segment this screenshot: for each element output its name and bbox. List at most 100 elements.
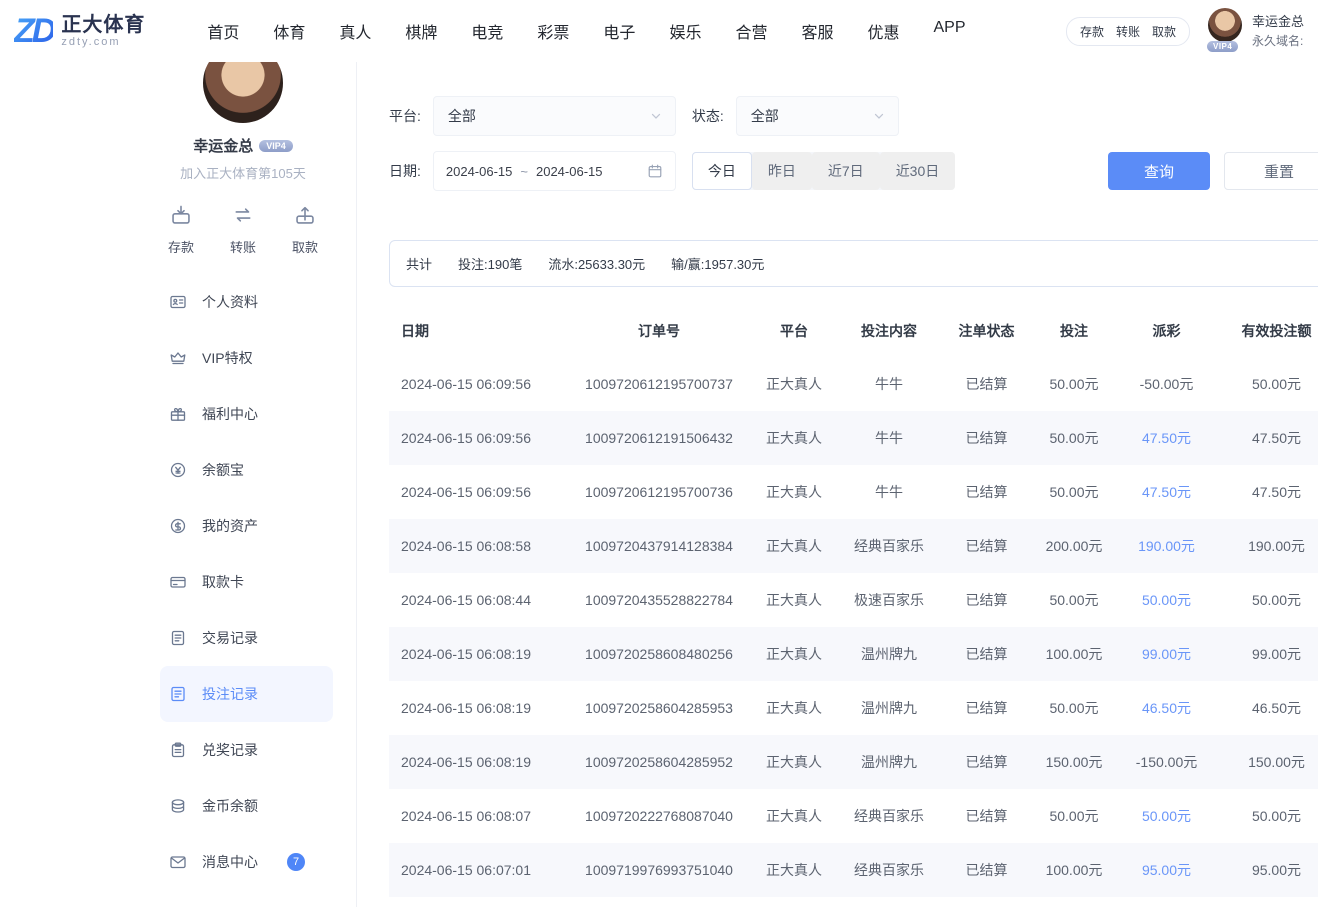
status-select-value: 全部	[751, 106, 872, 126]
cell-order-number: 1009720222768087040	[569, 808, 749, 824]
cell-payout: 190.00元	[1114, 536, 1219, 556]
nav-item-10[interactable]: 优惠	[867, 19, 899, 43]
nav-item-6[interactable]: 电子	[603, 19, 635, 43]
bet-records-panel: 平台: 全部 状态: 全部 日期: 2024-06-15 ~ 2024-06-1…	[357, 62, 1318, 907]
cell-valid-bet: 95.00元	[1219, 860, 1318, 880]
sidebar-item-bet-records[interactable]: 投注记录	[160, 666, 333, 722]
range-button-2[interactable]: 近7日	[812, 152, 880, 190]
profile-name: 幸运金总	[193, 135, 253, 156]
cell-bet-amount: 50.00元	[1034, 374, 1114, 394]
sidebar-item-feedback[interactable]: 意见反馈	[160, 890, 333, 907]
sidebar-item-label: 兑奖记录	[202, 740, 258, 760]
range-button-0[interactable]: 今日	[692, 152, 752, 190]
assets-icon	[169, 517, 187, 535]
cell-payout: 50.00元	[1114, 806, 1219, 826]
nav-item-9[interactable]: 客服	[801, 19, 833, 43]
header-user-area: 存款转账取款 VIP4 幸运金总 永久域名:	[1066, 8, 1304, 54]
cell-bet-content: 极速百家乐	[839, 590, 939, 610]
table-row: 2024-06-15 06:08:191009720258604285953正大…	[389, 681, 1318, 735]
query-button[interactable]: 查询	[1108, 152, 1210, 190]
sidebar-item-redeem-records[interactable]: 兑奖记录	[160, 722, 333, 778]
nav-item-11[interactable]: APP	[934, 19, 966, 43]
nav-item-5[interactable]: 彩票	[537, 19, 569, 43]
nav-item-7[interactable]: 娱乐	[669, 19, 701, 43]
date-separator: ~	[520, 164, 528, 179]
platform-select[interactable]: 全部	[433, 96, 676, 136]
cell-valid-bet: 190.00元	[1219, 536, 1318, 556]
wallet-link-1[interactable]: 转账	[1116, 23, 1140, 40]
wallet-link-2[interactable]: 取款	[1152, 23, 1176, 40]
cell-date: 2024-06-15 06:08:19	[389, 646, 569, 662]
sidebar-item-label: 我的资产	[202, 516, 258, 536]
sidebar-item-withdraw-card[interactable]: 取款卡	[160, 554, 333, 610]
cell-bet-amount: 50.00元	[1034, 806, 1114, 826]
cell-date: 2024-06-15 06:09:56	[389, 376, 569, 392]
totals-summary-bar: 共计 投注:190笔流水:25633.30元输/赢:1957.30元	[389, 240, 1318, 287]
brand-domain: zdty.com	[61, 36, 145, 48]
envelope-icon	[169, 853, 187, 871]
table-header-row: 日期订单号平台投注内容注单状态投注派彩有效投注额	[389, 305, 1318, 357]
quick-action-deposit[interactable]: 存款	[168, 204, 194, 256]
cell-date: 2024-06-15 06:09:56	[389, 484, 569, 500]
date-range-picker[interactable]: 2024-06-15 ~ 2024-06-15	[433, 151, 676, 191]
cell-platform: 正大真人	[749, 374, 839, 394]
cell-bet-content: 经典百家乐	[839, 806, 939, 826]
cell-date: 2024-06-15 06:08:44	[389, 592, 569, 608]
cell-payout: 50.00元	[1114, 590, 1219, 610]
wallet-link-0[interactable]: 存款	[1080, 23, 1104, 40]
quick-action-withdraw[interactable]: 取款	[292, 204, 318, 256]
vip-badge: VIP4	[1207, 41, 1238, 52]
cell-status: 已结算	[939, 806, 1034, 826]
withdraw-icon	[294, 204, 316, 231]
nav-item-8[interactable]: 合营	[735, 19, 767, 43]
reset-button[interactable]: 重置	[1224, 152, 1318, 190]
user-avatar[interactable]	[1208, 8, 1242, 42]
cell-status: 已结算	[939, 428, 1034, 448]
header-username[interactable]: 幸运金总	[1252, 12, 1304, 32]
nav-item-1[interactable]: 体育	[273, 19, 305, 43]
nav-item-0[interactable]: 首页	[207, 19, 239, 43]
sidebar-item-profile[interactable]: 个人资料	[160, 274, 333, 330]
joined-days-text: 加入正大体育第105天	[130, 163, 356, 182]
range-button-1[interactable]: 昨日	[752, 152, 812, 190]
cell-valid-bet: 50.00元	[1219, 590, 1318, 610]
range-button-3[interactable]: 近30日	[880, 152, 956, 190]
cell-valid-bet: 46.50元	[1219, 698, 1318, 718]
cell-order-number: 1009720258604285952	[569, 754, 749, 770]
cell-bet-content: 牛牛	[839, 428, 939, 448]
nav-item-2[interactable]: 真人	[339, 19, 371, 43]
cell-status: 已结算	[939, 644, 1034, 664]
column-header-2: 平台	[749, 321, 839, 341]
cell-date: 2024-06-15 06:08:07	[389, 808, 569, 824]
cell-status: 已结算	[939, 590, 1034, 610]
nav-item-4[interactable]: 电竞	[471, 19, 503, 43]
gift-icon	[169, 405, 187, 423]
table-body: 2024-06-15 06:09:561009720612195700737正大…	[389, 357, 1318, 897]
table-row: 2024-06-15 06:08:071009720222768087040正大…	[389, 789, 1318, 843]
column-header-7: 有效投注额	[1219, 321, 1318, 341]
cell-payout: 46.50元	[1114, 698, 1219, 718]
sidebar-item-transaction-records[interactable]: 交易记录	[160, 610, 333, 666]
cell-order-number: 1009720435528822784	[569, 592, 749, 608]
summary-item-1: 流水:25633.30元	[548, 254, 645, 273]
sidebar-item-yuebao[interactable]: 余额宝	[160, 442, 333, 498]
summary-prefix: 共计	[406, 254, 432, 273]
cell-order-number: 1009720612195700737	[569, 376, 749, 392]
table-row: 2024-06-15 06:08:191009720258604285952正大…	[389, 735, 1318, 789]
sidebar-item-welfare-center[interactable]: 福利中心	[160, 386, 333, 442]
sidebar-item-vip-privilege[interactable]: VIP特权	[160, 330, 333, 386]
sidebar-item-my-assets[interactable]: 我的资产	[160, 498, 333, 554]
quick-action-transfer[interactable]: 转账	[230, 204, 256, 256]
sidebar-item-label: 消息中心	[202, 852, 258, 872]
calendar-icon	[647, 163, 663, 179]
sidebar-item-message-center[interactable]: 消息中心7	[160, 834, 333, 890]
cell-order-number: 1009720612191506432	[569, 430, 749, 446]
vip-badge: VIP4	[259, 140, 293, 152]
brand-logo[interactable]: ZD 正大体育 zdty.com	[14, 12, 145, 51]
sidebar-item-gold-balance[interactable]: 金币余额	[160, 778, 333, 834]
nav-item-3[interactable]: 棋牌	[405, 19, 437, 43]
column-header-1: 订单号	[569, 321, 749, 341]
status-select[interactable]: 全部	[736, 96, 899, 136]
table-row: 2024-06-15 06:09:561009720612191506432正大…	[389, 411, 1318, 465]
cell-order-number: 1009720258608480256	[569, 646, 749, 662]
